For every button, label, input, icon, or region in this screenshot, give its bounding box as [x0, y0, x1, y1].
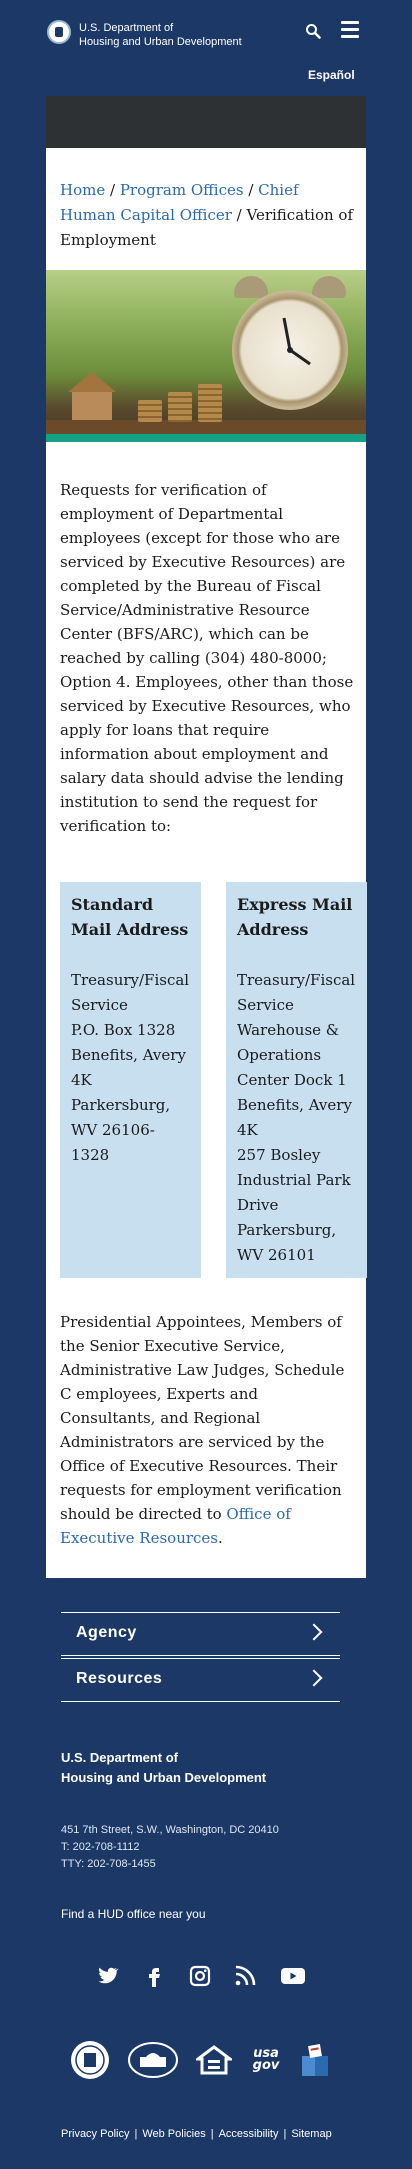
hero-coin-stack — [168, 392, 192, 422]
hero-image — [46, 270, 366, 442]
standard-mail-box: Standard Mail Address Treasury/Fiscal Se… — [60, 882, 201, 1278]
footer-contact: 451 7th Street, S.W., Washington, DC 204… — [61, 1822, 279, 1873]
hero-ground — [46, 420, 366, 434]
site-title-line1: U.S. Department of — [79, 22, 174, 34]
hero-alarm-clock — [232, 290, 348, 410]
closing-period: . — [218, 1529, 223, 1547]
express-mail-line: Parkersburg, WV 26101 — [237, 1221, 337, 1264]
footer-phone[interactable]: T: 202-708-1112 — [61, 1839, 279, 1856]
breadcrumb: Home / Program Offices / Chief Human Cap… — [60, 178, 354, 253]
express-mail-title: Express Mail Address — [237, 895, 353, 939]
search-icon[interactable] — [305, 23, 321, 39]
vote-logo[interactable] — [298, 2040, 332, 2080]
footer-link-separator: | — [134, 2128, 138, 2140]
express-mail-line: Treasury/Fiscal Service — [237, 971, 356, 1014]
site-header: U.S. Department of Housing and Urban Dev… — [0, 0, 412, 62]
footer-tty[interactable]: TTY: 202-708-1455 — [61, 1856, 279, 1873]
express-mail-box: Express Mail Address Treasury/Fiscal Ser… — [226, 882, 367, 1278]
equal-housing-logo[interactable] — [196, 2040, 232, 2080]
equal-housing-icon — [196, 2045, 232, 2075]
language-link[interactable]: Español — [308, 68, 355, 82]
chevron-right-icon — [305, 1623, 323, 1641]
breadcrumb-home[interactable]: Home — [60, 181, 105, 199]
twitter-icon[interactable] — [95, 1964, 119, 1988]
chevron-right-icon — [305, 1669, 323, 1687]
breadcrumb-separator: / — [243, 181, 259, 199]
privacy-policy-link[interactable]: Privacy Policy — [61, 2128, 129, 2140]
standard-mail-title: Standard Mail Address — [71, 895, 189, 939]
standard-mail-line: Benefits, Avery 4K — [71, 1046, 186, 1089]
hero-coin-stack — [198, 384, 222, 422]
web-policies-link[interactable]: Web Policies — [142, 2128, 205, 2140]
breadcrumb-separator: / — [231, 206, 247, 224]
site-title-line2: Housing and Urban Development — [79, 36, 242, 48]
hud-seal-icon — [71, 2041, 109, 2079]
white-house-icon — [128, 2042, 178, 2078]
ballot-box-icon — [302, 2044, 328, 2076]
breadcrumb-separator: / — [105, 181, 120, 199]
footer-link-separator: | — [210, 2128, 214, 2140]
express-mail-line: 257 Bosley Industrial Park Drive — [237, 1146, 351, 1214]
usa-gov-logo[interactable]: usa gov — [246, 2040, 286, 2080]
hero-coin-stack — [138, 400, 162, 422]
hero-house-icon — [68, 372, 116, 420]
footer-accordion-resources[interactable]: Resources — [61, 1658, 340, 1702]
standard-mail-line: Parkersburg, WV 26106-1328 — [71, 1096, 171, 1164]
rss-icon[interactable] — [233, 1964, 257, 1988]
footer-org-line2: Housing and Urban Development — [61, 1770, 267, 1785]
hud-seal-logo[interactable] — [70, 2040, 110, 2080]
accessibility-link[interactable]: Accessibility — [219, 2128, 279, 2140]
accordion-label: Resources — [76, 1670, 163, 1687]
find-office-link[interactable]: Find a HUD office near you — [61, 1907, 206, 1921]
footer-address: 451 7th Street, S.W., Washington, DC 204… — [61, 1824, 279, 1836]
standard-mail-line: P.O. Box 1328 — [71, 1021, 176, 1039]
white-house-logo[interactable] — [128, 2040, 178, 2080]
express-mail-line: Warehouse & Operations Center Dock 1 — [237, 1021, 347, 1089]
hero-accent-band — [46, 434, 366, 442]
page-banner-bar — [46, 96, 366, 148]
accordion-label: Agency — [76, 1624, 137, 1641]
hamburger-menu-icon[interactable] — [341, 21, 359, 39]
main-content: Home / Program Offices / Chief Human Cap… — [46, 148, 367, 1578]
express-mail-line: Benefits, Avery 4K — [237, 1096, 352, 1139]
instagram-icon[interactable] — [188, 1964, 212, 1988]
standard-mail-line: Treasury/Fiscal Service — [71, 971, 190, 1014]
footer-accordion-agency[interactable]: Agency — [61, 1612, 340, 1656]
closing-paragraph: Presidential Appointees, Members of the … — [60, 1310, 354, 1550]
closing-text: Presidential Appointees, Members of the … — [60, 1313, 345, 1523]
breadcrumb-program-offices[interactable]: Program Offices — [120, 181, 244, 199]
site-title[interactable]: U.S. Department of Housing and Urban Dev… — [79, 21, 242, 49]
sitemap-link[interactable]: Sitemap — [291, 2128, 331, 2140]
clock-hands-icon — [282, 317, 311, 366]
footer-org-name: U.S. Department of Housing and Urban Dev… — [61, 1748, 266, 1788]
usa-gov-text: usa gov — [252, 2046, 280, 2073]
footer-org-line1: U.S. Department of — [61, 1750, 179, 1765]
intro-paragraph: Requests for verification of employment … — [60, 481, 354, 835]
footer-links: Privacy Policy | Web Policies | Accessibilit… — [61, 2128, 332, 2140]
facebook-icon[interactable] — [142, 1964, 166, 1988]
youtube-icon[interactable] — [280, 1964, 306, 1988]
footer-link-separator: | — [283, 2128, 287, 2140]
hud-seal-icon[interactable] — [47, 20, 71, 44]
